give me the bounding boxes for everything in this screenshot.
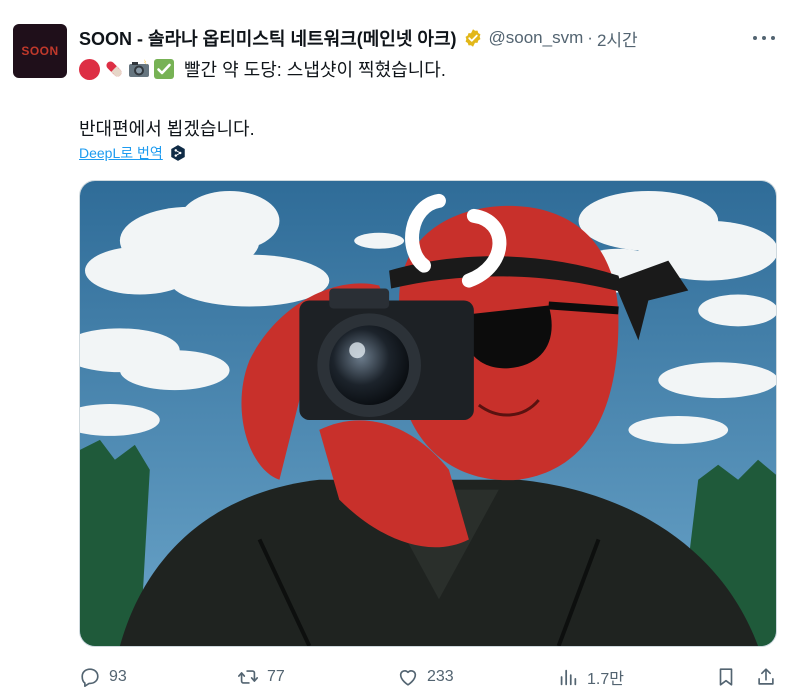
tweet-image[interactable] xyxy=(79,180,777,647)
camera-with-flash-icon xyxy=(128,58,150,80)
tweet: SOON SOON - 솔라나 옵티미스틱 네트워크(메인넷 아크) @soon… xyxy=(0,0,791,700)
timestamp[interactable]: 2시간 xyxy=(597,26,638,51)
retweet-count: 77 xyxy=(267,668,285,685)
views-count: 1.7만 xyxy=(587,671,624,688)
separator-dot: · xyxy=(587,28,593,47)
verified-badge-icon[interactable] xyxy=(463,28,483,48)
reply-icon xyxy=(81,668,99,687)
views-chart-icon xyxy=(560,669,577,686)
avatar[interactable]: SOON xyxy=(13,24,67,78)
bookmark-button[interactable] xyxy=(715,664,737,690)
share-button[interactable] xyxy=(755,664,777,690)
retweet-button[interactable]: 77 xyxy=(237,664,285,690)
like-button[interactable]: 233 xyxy=(397,664,454,690)
reply-count: 93 xyxy=(109,668,127,685)
translate-label[interactable]: DeepL로 번역 xyxy=(79,143,163,163)
avatar-text: SOON xyxy=(21,44,59,58)
action-bar: 93 77 233 1.7만 xyxy=(79,664,777,690)
display-name[interactable]: SOON - 솔라나 옵티미스틱 네트워크(메인넷 아크) xyxy=(79,25,457,51)
tweet-header: SOON - 솔라나 옵티미스틱 네트워크(메인넷 아크) @soon_svm … xyxy=(79,26,775,50)
share-icon xyxy=(758,668,774,685)
heart-icon xyxy=(399,670,417,686)
tweet-text-line1: 빨간 약 도당: 스냅샷이 찍혔습니다. xyxy=(79,56,446,82)
pill-icon xyxy=(103,58,125,80)
tweet-text: 빨간 약 도당: 스냅샷이 찍혔습니다. xyxy=(184,60,446,80)
translate-link[interactable]: DeepL로 번역 xyxy=(79,143,187,163)
check-mark-button-icon xyxy=(153,58,175,80)
like-count: 233 xyxy=(427,668,454,685)
deepl-icon xyxy=(171,145,185,161)
red-circle-icon xyxy=(79,58,100,80)
views-button[interactable]: 1.7만 xyxy=(557,664,624,690)
handle[interactable]: @soon_svm xyxy=(489,28,584,48)
reply-button[interactable]: 93 xyxy=(79,664,127,690)
more-options-icon[interactable] xyxy=(753,28,775,48)
bookmark-icon xyxy=(719,668,733,686)
tweet-text-line2: 반대편에서 뵙겠습니다. xyxy=(79,119,255,139)
retweet-icon xyxy=(238,670,258,684)
